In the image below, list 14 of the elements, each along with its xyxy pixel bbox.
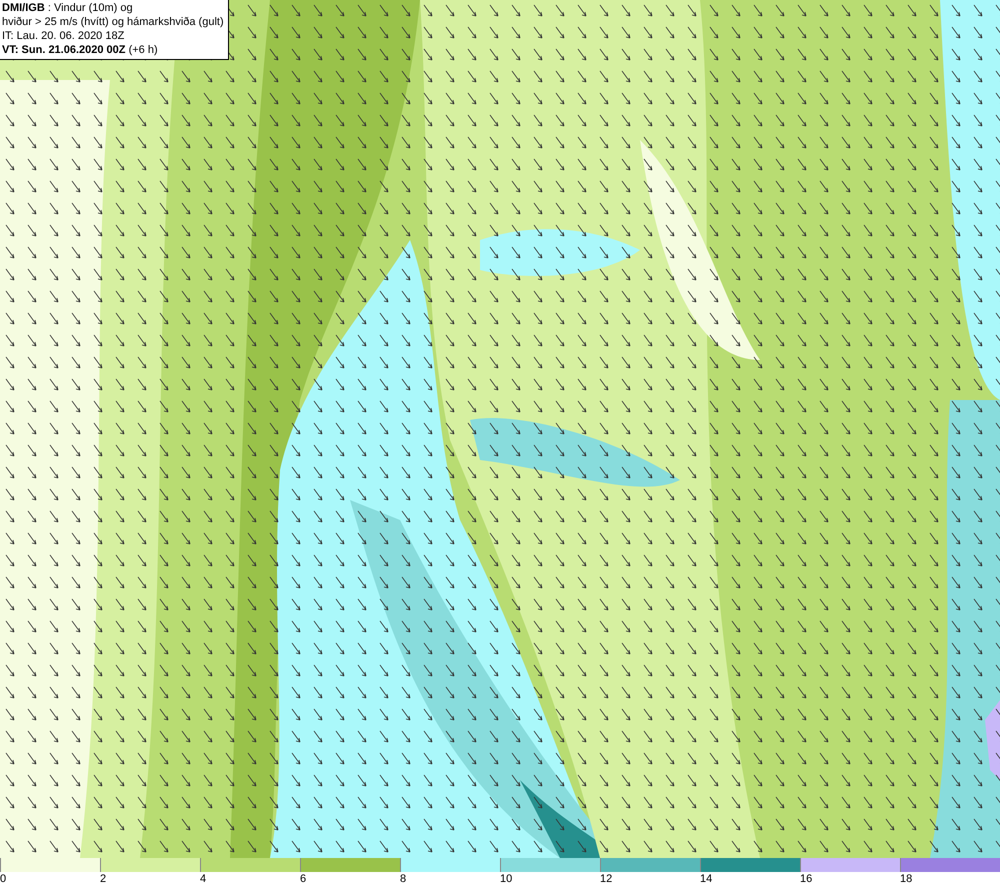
legend-tick-label: 16	[800, 872, 812, 886]
legend-tick-label: 2	[100, 872, 106, 886]
legend-tick-label: 14	[700, 872, 712, 886]
title-line: DMI/IGB : Vindur (10m) og	[2, 1, 134, 15]
legend-tick-label: 8	[400, 872, 406, 886]
legend-tick-label: 0	[0, 872, 6, 886]
legend-tick-label: 12	[600, 872, 612, 886]
legend-tick-label: 18	[900, 872, 912, 886]
title-line: VT: Sun. 21.06.2020 00Z (+6 h)	[2, 43, 159, 57]
title-line: IT: Lau. 20. 06. 2020 18Z	[2, 29, 126, 43]
legend-tick-label: 6	[300, 872, 306, 886]
legend-tick-label: 10	[500, 872, 512, 886]
title-line: hviður > 25 m/s (hvítt) og hámarkshviða (gult)	[2, 15, 224, 29]
legend-tick-label: 4	[200, 872, 206, 886]
